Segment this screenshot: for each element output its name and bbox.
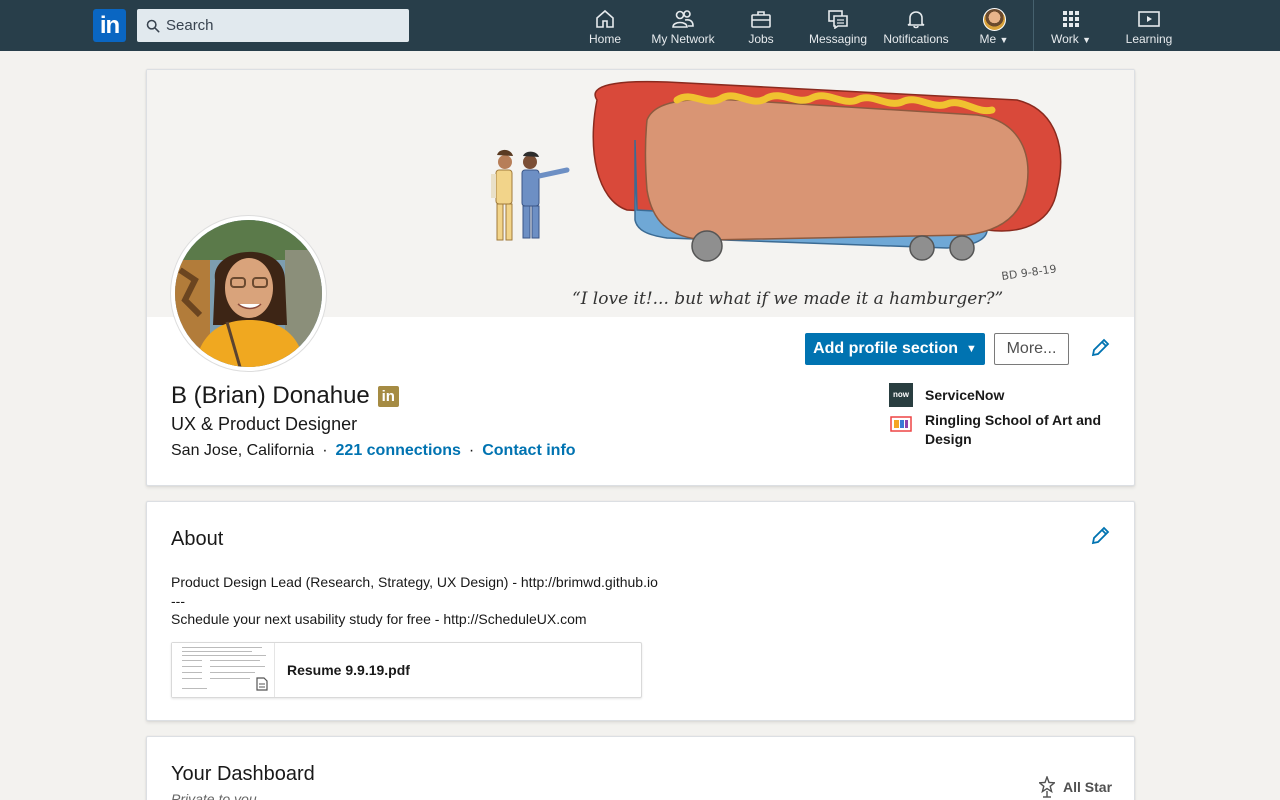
nav-work-label: Work ▼ xyxy=(1050,32,1092,46)
nav-home-label: Home xyxy=(588,32,621,46)
dashboard-subtitle: Private to you xyxy=(171,791,257,800)
grid-icon xyxy=(1059,8,1083,30)
search-input[interactable] xyxy=(166,17,396,34)
messaging-icon xyxy=(826,8,850,30)
profile-meta: San Jose, California · 221 connections ·… xyxy=(171,442,576,460)
nav-messaging[interactable]: Messaging xyxy=(807,0,869,51)
company-name: ServiceNow xyxy=(925,387,1005,403)
chevron-down-icon: ▼ xyxy=(999,35,1009,45)
nav-learning-label: Learning xyxy=(1125,32,1173,46)
separator-dot: · xyxy=(322,442,328,459)
about-card: About Product Design Lead (Research, Str… xyxy=(146,501,1135,721)
edit-about-button[interactable] xyxy=(1088,524,1112,548)
star-icon xyxy=(1039,776,1055,798)
nav-my-network-label: My Network xyxy=(651,32,715,46)
profile-photo[interactable] xyxy=(171,216,326,371)
nav-me[interactable]: Me ▼ xyxy=(975,0,1013,51)
edit-intro-button[interactable] xyxy=(1088,336,1112,360)
all-star-badge[interactable]: All Star xyxy=(1039,776,1112,798)
company-servicenow[interactable]: now ServiceNow xyxy=(889,383,1110,407)
chevron-down-icon: ▼ xyxy=(1082,35,1092,45)
school-ringling[interactable]: Ringling School of Art and Design xyxy=(889,411,1110,449)
contact-info-link[interactable]: Contact info xyxy=(482,442,575,460)
nav-my-network[interactable]: My Network xyxy=(647,0,719,51)
nav-me-label: Me ▼ xyxy=(979,32,1009,46)
school-name: Ringling School of Art and Design xyxy=(925,412,1102,447)
about-title: About xyxy=(171,528,224,550)
document-thumbnail xyxy=(172,643,275,697)
top-nav-bar: in Home My Network Jobs Messaging Notifi… xyxy=(0,0,1280,51)
banner-quote: “I love it!... but what if we made it a … xyxy=(572,289,1003,309)
nav-jobs[interactable]: Jobs xyxy=(742,0,780,51)
profile-name-row: B (Brian) Donahue in xyxy=(171,382,399,410)
nav-divider xyxy=(1033,0,1034,51)
document-icon xyxy=(256,677,268,691)
bell-icon xyxy=(904,8,928,30)
ringling-logo xyxy=(889,411,913,435)
caret-down-icon: ▼ xyxy=(966,343,977,355)
nav-learning[interactable]: Learning xyxy=(1122,0,1176,51)
resume-document[interactable]: Resume 9.9.19.pdf xyxy=(171,642,642,698)
banner-signature: BD 9-8-19 xyxy=(1001,262,1058,283)
profile-card: “I love it!... but what if we made it a … xyxy=(146,69,1135,486)
linkedin-logo-icon[interactable]: in xyxy=(93,9,126,42)
pencil-icon xyxy=(1091,526,1110,545)
document-name: Resume 9.9.19.pdf xyxy=(287,662,410,678)
dashboard-card: Your Dashboard Private to you All Star xyxy=(146,736,1135,800)
play-icon xyxy=(1137,8,1161,30)
nav-notifications[interactable]: Notifications xyxy=(879,0,953,51)
about-text: Product Design Lead (Research, Strategy,… xyxy=(171,574,658,627)
profile-name: B (Brian) Donahue xyxy=(171,382,370,409)
network-icon xyxy=(671,8,695,30)
nav-notifications-label: Notifications xyxy=(883,32,949,46)
profile-location: San Jose, California xyxy=(171,442,315,459)
add-profile-section-label: Add profile section xyxy=(813,340,958,357)
nav-jobs-label: Jobs xyxy=(748,32,774,46)
more-button[interactable]: More... xyxy=(994,333,1069,365)
profile-headline: UX & Product Designer xyxy=(171,414,358,434)
servicenow-logo: now xyxy=(889,383,913,407)
all-star-label: All Star xyxy=(1063,779,1113,795)
home-icon xyxy=(593,8,617,30)
me-avatar xyxy=(982,7,1006,31)
dashboard-title: Your Dashboard xyxy=(171,763,315,785)
search-icon xyxy=(146,19,160,32)
pencil-icon xyxy=(1091,338,1110,357)
nav-home[interactable]: Home xyxy=(585,0,625,51)
separator-dot: · xyxy=(468,442,475,459)
add-profile-section-button[interactable]: Add profile section ▼ xyxy=(805,333,985,365)
premium-badge-icon[interactable]: in xyxy=(377,385,399,407)
nav-work[interactable]: Work ▼ xyxy=(1046,0,1096,51)
connections-link[interactable]: 221 connections xyxy=(336,442,461,460)
nav-messaging-label: Messaging xyxy=(808,32,868,46)
briefcase-icon xyxy=(749,8,773,30)
search-box[interactable] xyxy=(137,9,409,42)
